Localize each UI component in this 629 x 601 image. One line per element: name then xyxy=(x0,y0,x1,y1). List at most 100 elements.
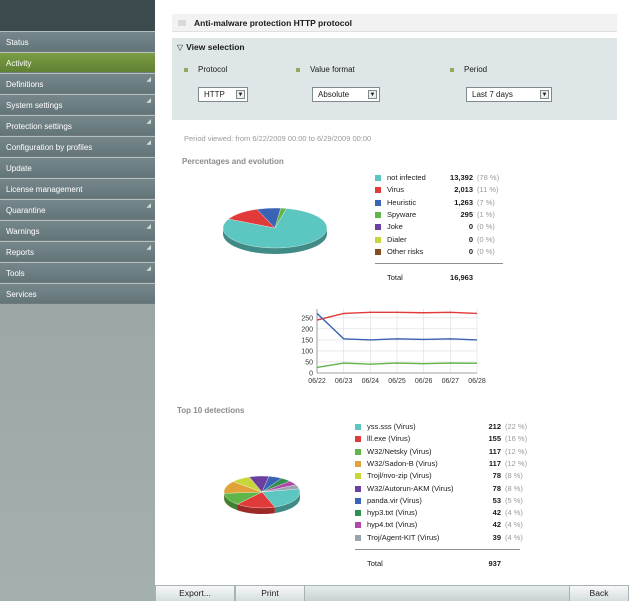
sidebar-item-protection-settings[interactable]: Protection settings ◢ xyxy=(0,115,155,136)
legend-row: lll.exe (Virus) 155 (16 %) xyxy=(355,434,555,446)
legend-value: 1,263 xyxy=(454,197,473,207)
protocol-label: Protocol xyxy=(184,65,227,74)
legend-divider xyxy=(355,549,520,550)
sidebar-item-services[interactable]: Services xyxy=(0,283,155,304)
legend-row: hyp4.txt (Virus) 42 (4 %) xyxy=(355,520,555,532)
print-button[interactable]: Print xyxy=(235,586,305,601)
legend-name: hyp4.txt (Virus) xyxy=(367,520,418,530)
bottom-toolbar: Export... Print Back xyxy=(155,585,629,601)
sidebar-item-label: System settings xyxy=(6,101,63,110)
legend-row: Spyware 295 (1 %) xyxy=(375,210,575,222)
legend-row: Other risks 0 (0 %) xyxy=(375,247,575,259)
infection-pie-chart xyxy=(222,207,328,254)
legend-row: Troj/Agent-KIT (Virus) 39 (4 %) xyxy=(355,533,555,545)
export-button[interactable]: Export... xyxy=(155,586,235,601)
back-button[interactable]: Back xyxy=(569,586,629,601)
sidebar-item-definitions[interactable]: Definitions ◢ xyxy=(0,73,155,94)
legend-swatch xyxy=(355,510,361,517)
legend-value: 0 xyxy=(468,222,473,232)
legend-name: yss.sss (Virus) xyxy=(367,422,416,431)
x-tick-label: 06/27 xyxy=(442,378,460,385)
protocol-select[interactable]: HTTP ▼ xyxy=(198,87,248,102)
legend-row: yss.sss (Virus) 212 (22 %) xyxy=(355,422,555,434)
legend-swatch xyxy=(355,497,361,504)
sidebar-item-label: Tools xyxy=(6,269,25,278)
sidebar-item-label: Update xyxy=(6,164,32,173)
legend-value: 295 xyxy=(460,209,473,219)
legend-row: Dialer 0 (0 %) xyxy=(375,235,575,247)
legend-value: 2,013 xyxy=(454,185,473,195)
legend-percent: (11 %) xyxy=(477,185,499,195)
page-header: Anti-malware protection HTTP protocol xyxy=(172,14,617,32)
sidebar-item-label: Status xyxy=(6,38,29,47)
sidebar-item-license-management[interactable]: License management xyxy=(0,178,155,199)
y-tick-label: 150 xyxy=(301,337,313,344)
sidebar-item-warnings[interactable]: Warnings ◢ xyxy=(0,220,155,241)
view-selection-toggle[interactable]: ▽ View selection xyxy=(177,42,245,52)
x-tick-label: 06/23 xyxy=(335,378,353,385)
sidebar-item-label: Warnings xyxy=(6,227,40,236)
x-tick-label: 06/25 xyxy=(388,378,406,385)
sidebar-item-configuration-by-profiles[interactable]: Configuration by profiles ◢ xyxy=(0,136,155,157)
bullet-icon xyxy=(184,67,188,72)
legend-value: 155 xyxy=(488,434,501,444)
format-select-value: Absolute xyxy=(318,90,350,99)
period-select-value: Last 7 days xyxy=(472,90,513,99)
legend-value: 42 xyxy=(492,508,501,518)
sidebar-item-activity[interactable]: Activity xyxy=(0,52,155,73)
legend-name: Heuristic xyxy=(387,197,417,207)
legend-divider xyxy=(375,263,503,265)
sidebar-item-update[interactable]: Update xyxy=(0,157,155,178)
evolution-line-chart: 0 50 100 150 200 250 06/22 06/23 06/24 06/25 06/26… xyxy=(301,309,486,385)
format-label-text: Value format xyxy=(310,65,355,74)
legend-name: Troj/Agent-KIT (Virus) xyxy=(367,532,440,542)
legend-total-row: Total 937 xyxy=(355,559,555,571)
legend-percent: (4 %) xyxy=(505,508,523,518)
sidebar-item-system-settings[interactable]: System settings ◢ xyxy=(0,94,155,115)
legend-swatch xyxy=(375,211,381,218)
sidebar-item-label: Activity xyxy=(6,59,32,68)
legend-value: 78 xyxy=(492,471,501,481)
percentages-legend: not infected 13,392 (78 %) Virus 2,013 (11 %)… xyxy=(375,173,545,303)
sidebar-item-status[interactable]: Status xyxy=(0,31,155,52)
dropdown-arrow-icon: ▼ xyxy=(540,90,549,99)
y-tick-label: 50 xyxy=(305,359,313,366)
period-select[interactable]: Last 7 days ▼ xyxy=(466,87,552,102)
legend-value: 42 xyxy=(492,520,501,530)
legend-percent: (0 %) xyxy=(477,222,495,232)
legend-value: 117 xyxy=(488,458,501,468)
protocol-label-text: Protocol xyxy=(198,65,228,74)
period-viewed: Period viewed: from 6/22/2009 00:00 to 6… xyxy=(184,134,372,143)
legend-value: 39 xyxy=(492,532,501,542)
legend-total-row: Total 16,963 xyxy=(375,273,575,285)
legend-percent: (4 %) xyxy=(505,532,523,542)
legend-percent: (12 %) xyxy=(505,446,528,456)
legend-total-value: 16,963 xyxy=(450,273,473,283)
legend-name: Joke xyxy=(387,222,403,232)
legend-swatch xyxy=(355,485,361,492)
legend-row: Virus 2,013 (11 %) xyxy=(375,185,575,197)
sidebar-item-label: Definitions xyxy=(6,80,44,89)
period-label: Period xyxy=(450,65,487,74)
legend-percent: (12 %) xyxy=(505,458,528,468)
submenu-arrow-icon: ◢ xyxy=(146,119,151,125)
legend-percent: (22 %) xyxy=(505,422,528,431)
percentages-title: Percentages and evolution xyxy=(182,157,284,166)
legend-row: Joke 0 (0 %) xyxy=(375,222,575,234)
sidebar-item-label: Quarantine xyxy=(6,206,46,215)
legend-percent: (7 %) xyxy=(477,197,495,207)
view-selection-title: View selection xyxy=(186,42,245,52)
format-label: Value format xyxy=(296,65,355,74)
protocol-select-value: HTTP xyxy=(204,90,225,99)
page-title: Anti-malware protection HTTP protocol xyxy=(194,18,353,28)
top10-legend: yss.sss (Virus) 212 (22 %) lll.exe (Virus) 1… xyxy=(355,422,555,572)
legend-swatch xyxy=(375,248,381,255)
bullet-icon xyxy=(296,67,300,72)
legend-value: 117 xyxy=(488,446,501,456)
sidebar-item-tools[interactable]: Tools ◢ xyxy=(0,262,155,283)
sidebar-item-quarantine[interactable]: Quarantine ◢ xyxy=(0,199,155,220)
legend-name: panda.vir (Virus) xyxy=(367,495,422,505)
format-select[interactable]: Absolute ▼ xyxy=(312,87,380,102)
sidebar-item-reports[interactable]: Reports ◢ xyxy=(0,241,155,262)
sidebar-item-label: License management xyxy=(6,185,83,194)
